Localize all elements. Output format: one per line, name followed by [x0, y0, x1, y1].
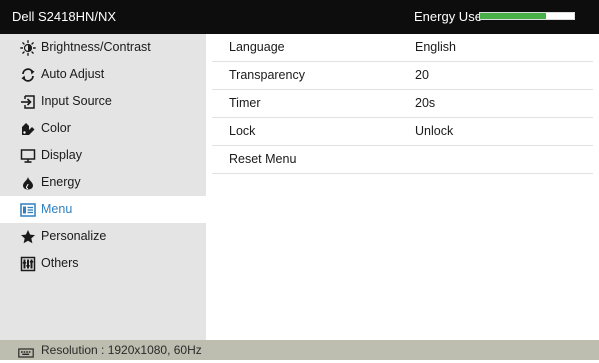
sidebar-item-label: Auto Adjust	[41, 67, 105, 81]
monitor-model: Dell S2418HN/NX	[12, 9, 117, 24]
others-icon	[19, 255, 36, 272]
setting-name: Transparency	[229, 68, 305, 82]
menu-icon	[19, 201, 36, 218]
setting-name: Lock	[229, 124, 256, 138]
setting-row-lock[interactable]: Lock Unlock	[212, 118, 593, 146]
sidebar-item-label: Others	[41, 256, 79, 270]
resolution-text: Resolution : 1920x1080, 60Hz	[41, 343, 202, 357]
monitor-osd: Dell S2418HN/NX Energy Use Brightness/Co…	[0, 0, 599, 360]
star-icon	[19, 228, 36, 245]
settings-panel: Language English Transparency 20 Timer 2…	[206, 34, 599, 340]
sidebar-item-personalize[interactable]: Personalize	[0, 223, 206, 250]
title-bar: Dell S2418HN/NX Energy Use	[0, 0, 599, 34]
setting-value: 20	[415, 68, 429, 82]
sidebar-item-label: Personalize	[41, 229, 107, 243]
setting-name: Reset Menu	[229, 152, 297, 166]
display-icon	[19, 147, 36, 164]
sidebar-item-color[interactable]: Color	[0, 115, 206, 142]
sidebar-item-others[interactable]: Others	[0, 250, 206, 277]
energy-use-label: Energy Use	[414, 9, 482, 24]
setting-name: Timer	[229, 96, 261, 110]
setting-row-language[interactable]: Language English	[212, 34, 593, 62]
brightness-icon	[19, 39, 36, 56]
sidebar-item-label: Input Source	[41, 94, 112, 108]
energy-icon	[19, 174, 36, 191]
sidebar-item-energy[interactable]: Energy	[0, 169, 206, 196]
input-source-icon	[19, 93, 36, 110]
sidebar-item-menu[interactable]: Menu	[0, 196, 206, 223]
auto-adjust-icon	[19, 66, 36, 83]
resolution-icon	[18, 345, 34, 358]
setting-row-transparency[interactable]: Transparency 20	[212, 62, 593, 90]
sidebar-item-label: Energy	[41, 175, 81, 189]
energy-use-fill	[480, 13, 546, 19]
sidebar-item-label: Brightness/Contrast	[41, 40, 151, 54]
setting-value: Unlock	[415, 124, 454, 138]
sidebar-item-brightness-contrast[interactable]: Brightness/Contrast	[0, 34, 206, 61]
sidebar: Brightness/Contrast Auto Adjust Input So…	[0, 34, 206, 340]
color-icon	[19, 120, 36, 137]
setting-row-reset-menu[interactable]: Reset Menu	[212, 146, 593, 174]
setting-value: 20s	[415, 96, 436, 110]
sidebar-item-input-source[interactable]: Input Source	[0, 88, 206, 115]
sidebar-item-label: Display	[41, 148, 82, 162]
sidebar-item-label: Menu	[41, 202, 73, 216]
energy-use-meter	[479, 12, 575, 20]
setting-value: English	[415, 40, 456, 54]
setting-row-timer[interactable]: Timer 20s	[212, 90, 593, 118]
sidebar-item-display[interactable]: Display	[0, 142, 206, 169]
setting-name: Language	[229, 40, 285, 54]
sidebar-item-label: Color	[41, 121, 71, 135]
status-bar: Resolution : 1920x1080, 60Hz	[0, 340, 599, 360]
sidebar-item-auto-adjust[interactable]: Auto Adjust	[0, 61, 206, 88]
